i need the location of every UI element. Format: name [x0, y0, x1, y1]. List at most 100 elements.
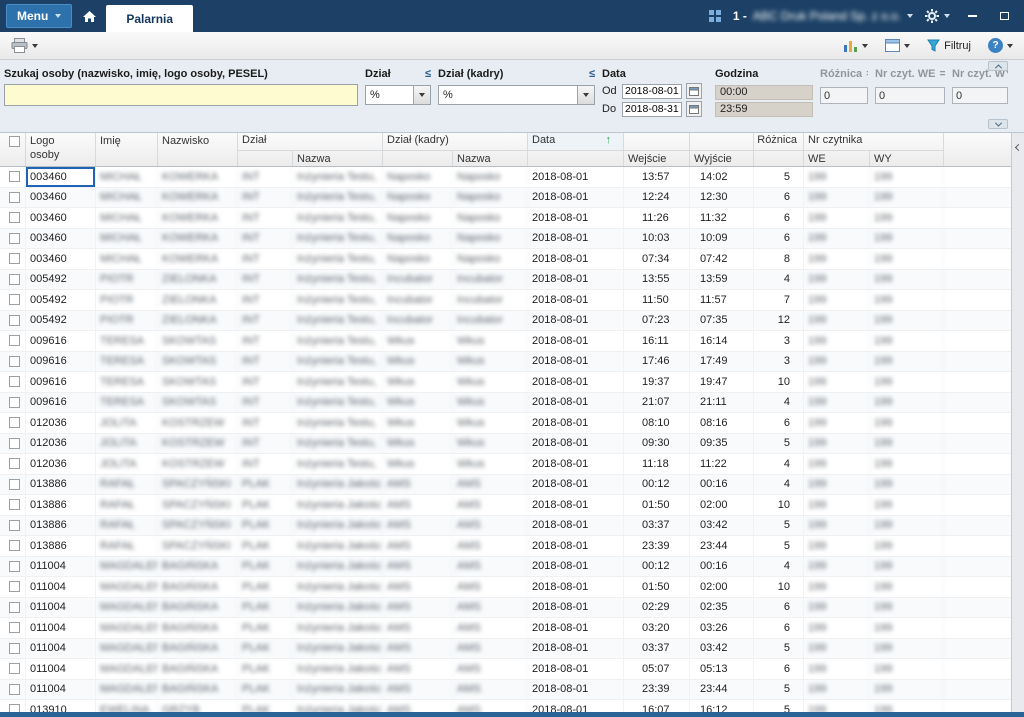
menu-button[interactable]: Menu — [6, 4, 73, 28]
cell-wy[interactable]: 199 — [870, 187, 944, 207]
row-checkbox[interactable] — [0, 310, 26, 330]
cell-roznica[interactable]: 8 — [754, 249, 804, 269]
cell-wejscie[interactable]: 16:07 — [624, 700, 690, 712]
cell-logo[interactable]: 009616 — [26, 351, 96, 371]
cell-data[interactable]: 2018-08-01 — [528, 228, 624, 248]
cell-dzial_nazwa[interactable]: Inżynieria Jakości — [293, 700, 383, 712]
cell-we[interactable]: 199 — [804, 228, 870, 248]
cell-imie[interactable]: MAGDALENA — [96, 597, 158, 617]
cell-kadry_nazwa[interactable]: Naposko — [453, 167, 528, 187]
cell-kadry_nazwa[interactable]: AMS — [453, 659, 528, 679]
kadry-operator[interactable]: ≤ — [585, 68, 595, 80]
cell-logo[interactable]: 009616 — [26, 331, 96, 351]
cell-dzial_kod[interactable]: INT — [238, 331, 293, 351]
cell-wejscie[interactable]: 23:39 — [624, 536, 690, 556]
cell-wyjscie[interactable]: 14:02 — [690, 167, 754, 187]
cell-dzial_kod[interactable]: INT — [238, 392, 293, 412]
cell-wejscie[interactable]: 16:11 — [624, 331, 690, 351]
column-header-roznica[interactable]: Różnica — [754, 133, 804, 150]
cell-nazwisko[interactable]: SKOWTAS — [158, 392, 238, 412]
cell-we[interactable]: 199 — [804, 351, 870, 371]
cell-logo[interactable]: 013886 — [26, 474, 96, 494]
cell-wejscie[interactable]: 03:37 — [624, 638, 690, 658]
cell-kadry_nazwa[interactable]: AMS — [453, 638, 528, 658]
cell-nazwisko[interactable]: BAGIŃSKA — [158, 597, 238, 617]
cell-kadry_kod[interactable]: Wkus — [383, 454, 453, 474]
cell-data[interactable]: 2018-08-01 — [528, 249, 624, 269]
cell-logo[interactable]: 011004 — [26, 556, 96, 576]
cell-wy[interactable]: 199 — [870, 310, 944, 330]
cell-roznica[interactable]: 5 — [754, 700, 804, 712]
cell-wejscie[interactable]: 13:57 — [624, 167, 690, 187]
cell-kadry_kod[interactable]: AMS — [383, 495, 453, 515]
cell-we[interactable]: 199 — [804, 310, 870, 330]
cell-nazwisko[interactable]: ZIELONKA — [158, 290, 238, 310]
cell-kadry_nazwa[interactable]: Wkus — [453, 351, 528, 371]
cell-wy[interactable]: 199 — [870, 618, 944, 638]
cell-wyjscie[interactable]: 21:11 — [690, 392, 754, 412]
cell-we[interactable]: 199 — [804, 597, 870, 617]
cell-wyjscie[interactable]: 23:44 — [690, 536, 754, 556]
dzial-operator[interactable]: ≤ — [421, 68, 431, 80]
cell-dzial_nazwa[interactable]: Inżynieria Jakości — [293, 495, 383, 515]
cell-kadry_kod[interactable]: AMS — [383, 515, 453, 535]
cell-nazwisko[interactable]: ZIELONKA — [158, 310, 238, 330]
cell-imie[interactable]: JOLITA — [96, 413, 158, 433]
cell-nazwisko[interactable]: BAGIŃSKA — [158, 577, 238, 597]
cell-data[interactable]: 2018-08-01 — [528, 331, 624, 351]
column-header-wy[interactable]: WY — [870, 150, 944, 166]
cell-wy[interactable]: 199 — [870, 597, 944, 617]
cell-data[interactable]: 2018-08-01 — [528, 659, 624, 679]
cell-wejscie[interactable]: 11:26 — [624, 208, 690, 228]
table-row[interactable]: 003460 MICHAŁ KOWERKA INT Inżynieria Testu, N… — [0, 167, 1011, 188]
cell-logo[interactable]: 013910 — [26, 700, 96, 712]
cell-dzial_nazwa[interactable]: Inżynieria Jakości — [293, 515, 383, 535]
column-header-nazwisko[interactable]: Nazwisko — [158, 133, 238, 166]
column-header-nr-czytnika[interactable]: Nr czytnika — [804, 133, 944, 150]
cell-imie[interactable]: TERESA — [96, 351, 158, 371]
cell-wejscie[interactable]: 05:07 — [624, 659, 690, 679]
cell-nazwisko[interactable]: BAGIŃSKA — [158, 679, 238, 699]
cell-logo[interactable]: 011004 — [26, 638, 96, 658]
cell-we[interactable]: 199 — [804, 372, 870, 392]
cell-wy[interactable]: 199 — [870, 269, 944, 289]
print-button[interactable] — [7, 35, 42, 56]
row-checkbox[interactable] — [0, 515, 26, 535]
table-row[interactable]: 011004MAGDALENABAGIŃSKAPLAKInżynieria Ja… — [0, 556, 1011, 577]
cell-wejscie[interactable]: 12:24 — [624, 187, 690, 207]
cell-roznica[interactable]: 5 — [754, 515, 804, 535]
cell-imie[interactable]: RAFAŁ — [96, 515, 158, 535]
cell-logo[interactable]: 011004 — [26, 597, 96, 617]
cell-data[interactable]: 2018-08-01 — [528, 351, 624, 371]
cell-we[interactable]: 199 — [804, 577, 870, 597]
cell-logo[interactable]: 013886 — [26, 536, 96, 556]
cell-roznica[interactable]: 3 — [754, 351, 804, 371]
cell-logo[interactable]: 005492 — [26, 290, 96, 310]
collapse-filters-button[interactable] — [988, 61, 1008, 71]
table-row[interactable]: 011004MAGDALENABAGIŃSKAPLAKInżynieria Ja… — [0, 638, 1011, 659]
table-row[interactable]: 009616 TERESA SKOWTAS INT Inżynieria Testu, W… — [0, 331, 1011, 352]
column-header-dzial[interactable]: Dział — [238, 133, 383, 150]
cell-dzial_nazwa[interactable]: Inżynieria Testu, — [293, 433, 383, 453]
row-checkbox[interactable] — [0, 413, 26, 433]
cell-wejscie[interactable]: 11:18 — [624, 454, 690, 474]
cell-roznica[interactable]: 6 — [754, 597, 804, 617]
cell-kadry_nazwa[interactable]: Naposko — [453, 249, 528, 269]
cell-kadry_kod[interactable]: Incubator — [383, 310, 453, 330]
cell-wejscie[interactable]: 03:20 — [624, 618, 690, 638]
more-filters-button[interactable] — [988, 119, 1008, 129]
cell-we[interactable]: 199 — [804, 454, 870, 474]
row-checkbox[interactable] — [0, 474, 26, 494]
cell-wyjscie[interactable]: 03:42 — [690, 515, 754, 535]
cell-roznica[interactable]: 4 — [754, 269, 804, 289]
cell-kadry_nazwa[interactable]: AMS — [453, 700, 528, 712]
cell-wy[interactable]: 199 — [870, 679, 944, 699]
cell-logo[interactable]: 013886 — [26, 515, 96, 535]
column-header-imie[interactable]: Imię — [96, 133, 158, 166]
cell-wejscie[interactable]: 11:50 — [624, 290, 690, 310]
cell-roznica[interactable]: 4 — [754, 454, 804, 474]
cell-roznica[interactable]: 6 — [754, 208, 804, 228]
cell-imie[interactable]: JOLITA — [96, 433, 158, 453]
cell-wyjscie[interactable]: 08:16 — [690, 413, 754, 433]
cell-wyjscie[interactable]: 16:14 — [690, 331, 754, 351]
